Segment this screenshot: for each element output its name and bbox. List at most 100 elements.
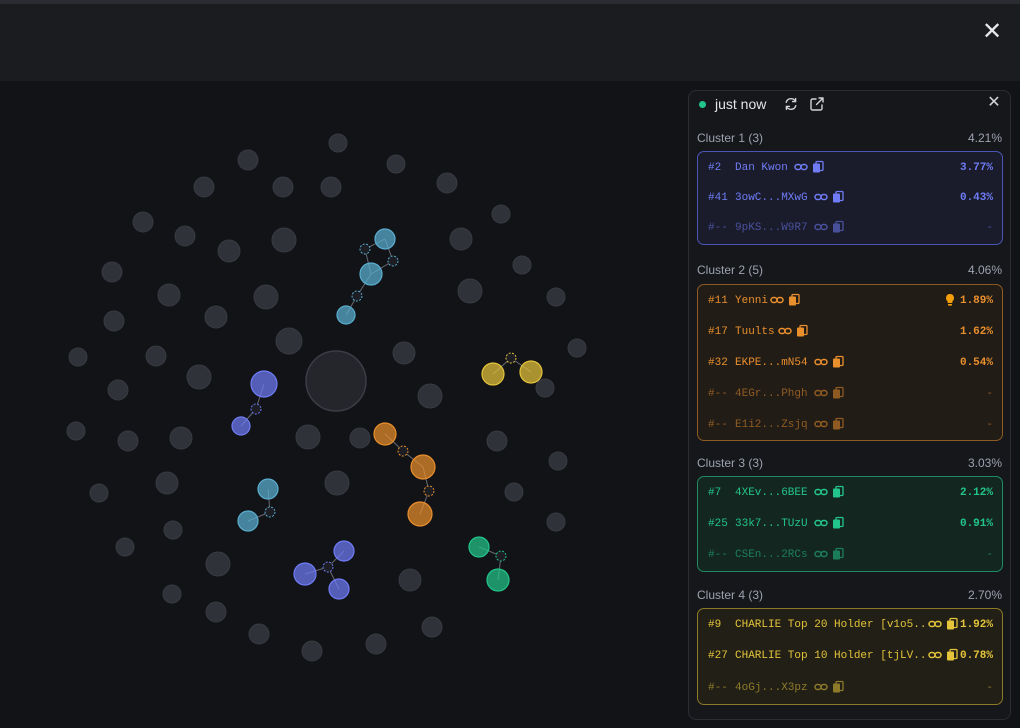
- holder-node[interactable]: [417, 383, 443, 409]
- link-icon[interactable]: [770, 293, 784, 307]
- cluster-holder-node[interactable]: [359, 262, 383, 286]
- holder-node[interactable]: [157, 283, 181, 307]
- holder-row[interactable]: #2 Dan Kwon 3.77%: [698, 153, 1002, 183]
- holder-node[interactable]: [169, 426, 193, 450]
- link-icon[interactable]: [928, 648, 942, 662]
- holder-node[interactable]: [548, 451, 568, 471]
- cluster-holder-node[interactable]: [468, 536, 490, 558]
- link-icon[interactable]: [814, 355, 828, 369]
- holder-node[interactable]: [486, 430, 508, 452]
- cluster-holder-node[interactable]: [481, 362, 505, 386]
- link-icon[interactable]: [778, 324, 792, 338]
- link-icon[interactable]: [814, 485, 828, 499]
- link-icon[interactable]: [928, 617, 942, 631]
- holder-node[interactable]: [193, 176, 215, 198]
- holder-node[interactable]: [204, 305, 228, 329]
- holder-node[interactable]: [217, 239, 241, 263]
- external-link-icon[interactable]: [809, 96, 825, 112]
- holder-row[interactable]: #27 CHARLIE Top 10 Holder [tjLV... 0.78%: [698, 641, 1002, 671]
- holder-node[interactable]: [162, 584, 182, 604]
- holder-node[interactable]: [237, 149, 259, 171]
- holder-row[interactable]: #41 3owC...MXwG 0.43%: [698, 183, 1002, 213]
- holder-node[interactable]: [174, 225, 196, 247]
- copy-icon[interactable]: [831, 417, 845, 431]
- link-icon[interactable]: [814, 680, 828, 694]
- holder-row[interactable]: #25 33k7...TUzU 0.91%: [698, 509, 1002, 539]
- copy-icon[interactable]: [811, 160, 825, 174]
- panel-close-icon[interactable]: ✕: [985, 94, 1003, 112]
- holder-node[interactable]: [107, 379, 129, 401]
- hidden-wallet-node[interactable]: [423, 485, 435, 497]
- holder-node[interactable]: [205, 551, 231, 577]
- holder-node[interactable]: [205, 601, 227, 623]
- holder-node[interactable]: [546, 287, 566, 307]
- link-icon[interactable]: [814, 516, 828, 530]
- holder-node[interactable]: [504, 482, 524, 502]
- holder-node[interactable]: [68, 347, 88, 367]
- holder-node[interactable]: [271, 227, 297, 253]
- holder-node[interactable]: [275, 327, 303, 355]
- holder-node[interactable]: [295, 424, 321, 450]
- copy-icon[interactable]: [831, 355, 845, 369]
- hidden-wallet-node[interactable]: [351, 290, 363, 302]
- holder-node[interactable]: [89, 483, 109, 503]
- holder-node[interactable]: [103, 310, 125, 332]
- link-icon[interactable]: [814, 547, 828, 561]
- cluster-holder-node[interactable]: [407, 501, 433, 527]
- cluster-holder-node[interactable]: [519, 360, 543, 384]
- holder-node[interactable]: [320, 176, 342, 198]
- link-icon[interactable]: [814, 220, 828, 234]
- hidden-wallet-node[interactable]: [505, 352, 517, 364]
- cluster-holder-node[interactable]: [374, 228, 396, 250]
- holder-row[interactable]: #-- 4EGr...Phgh -: [698, 379, 1002, 409]
- copy-icon[interactable]: [787, 293, 801, 307]
- holder-node[interactable]: [328, 133, 348, 153]
- holder-row[interactable]: #-- CSEn...2RCs -: [698, 540, 1002, 570]
- holder-node[interactable]: [449, 227, 473, 251]
- cluster-holder-node[interactable]: [237, 510, 259, 532]
- copy-icon[interactable]: [831, 680, 845, 694]
- copy-icon[interactable]: [831, 190, 845, 204]
- copy-icon[interactable]: [831, 516, 845, 530]
- holder-node[interactable]: [248, 623, 270, 645]
- copy-icon[interactable]: [831, 547, 845, 561]
- cluster-holder-node[interactable]: [293, 562, 317, 586]
- link-icon[interactable]: [814, 190, 828, 204]
- hidden-wallet-node[interactable]: [359, 243, 371, 255]
- copy-icon[interactable]: [831, 386, 845, 400]
- cluster-holder-node[interactable]: [410, 454, 436, 480]
- hidden-wallet-node[interactable]: [264, 506, 276, 518]
- holder-node[interactable]: [386, 154, 406, 174]
- refresh-icon[interactable]: [783, 96, 799, 112]
- holder-row[interactable]: #-- 4oGj...X3pz -: [698, 673, 1002, 703]
- holder-node[interactable]: [546, 512, 566, 532]
- cluster-holder-node[interactable]: [231, 416, 251, 436]
- hidden-wallet-node[interactable]: [250, 403, 262, 415]
- holder-row[interactable]: #9 CHARLIE Top 20 Holder [v1o5... 1.92%: [698, 610, 1002, 640]
- copy-icon[interactable]: [831, 220, 845, 234]
- hidden-wallet-node[interactable]: [495, 550, 507, 562]
- largest-holder-node[interactable]: [305, 350, 367, 412]
- holder-row[interactable]: #11 Yenni 1.89%: [698, 286, 1002, 316]
- close-icon[interactable]: ✕: [978, 18, 1006, 46]
- holder-node[interactable]: [155, 471, 179, 495]
- holder-node[interactable]: [324, 470, 350, 496]
- holder-node[interactable]: [253, 284, 279, 310]
- cluster-holder-node[interactable]: [257, 478, 279, 500]
- holder-node[interactable]: [421, 616, 443, 638]
- holder-row[interactable]: #7 4XEv...6BEE 2.12%: [698, 478, 1002, 508]
- holder-node[interactable]: [349, 427, 371, 449]
- cluster-holder-node[interactable]: [328, 578, 350, 600]
- link-icon[interactable]: [814, 386, 828, 400]
- holder-node[interactable]: [66, 421, 86, 441]
- holder-row[interactable]: #32 EKPE...mN54 0.54%: [698, 348, 1002, 378]
- link-icon[interactable]: [794, 160, 808, 174]
- holder-node[interactable]: [398, 568, 422, 592]
- holder-row[interactable]: #-- E1i2...Zsjq -: [698, 410, 1002, 440]
- holder-node[interactable]: [115, 537, 135, 557]
- holder-node[interactable]: [512, 255, 532, 275]
- holder-node[interactable]: [163, 520, 183, 540]
- holder-node[interactable]: [457, 278, 483, 304]
- cluster-holder-node[interactable]: [486, 568, 510, 592]
- holder-node[interactable]: [392, 341, 416, 365]
